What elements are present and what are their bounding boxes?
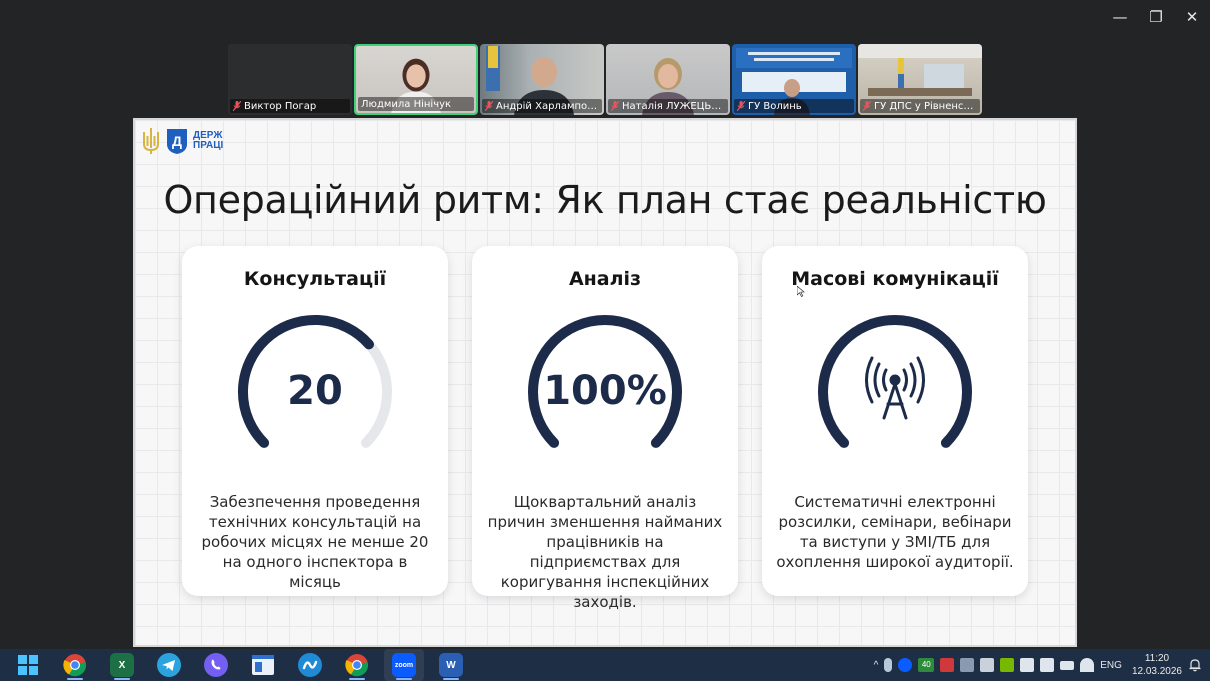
network-off-icon[interactable] bbox=[960, 658, 975, 672]
participant-tile[interactable]: ГУ Волинь bbox=[732, 44, 856, 115]
shield-tray-icon[interactable] bbox=[1020, 658, 1035, 672]
shield-d-icon: Д bbox=[167, 129, 187, 154]
clock-date: 12.03.2026 bbox=[1131, 666, 1182, 677]
antenna-icon bbox=[865, 356, 925, 420]
card-title: Аналіз bbox=[568, 268, 642, 290]
participant-name: Андрій Харлампович ... bbox=[496, 100, 599, 112]
participant-name: Наталія ЛУЖЕЦЬКА bbox=[622, 100, 725, 112]
shared-screen-slide: Д ДЕРЖ ПРАЦІ Операційний ритм: Як план с… bbox=[133, 118, 1077, 647]
participant-tile[interactable]: Виктор Погар bbox=[228, 44, 352, 115]
gauge: 100% bbox=[520, 312, 690, 472]
participant-name-bar: ГУ Волинь bbox=[734, 99, 854, 113]
wifi-icon[interactable] bbox=[1080, 658, 1095, 672]
viber-icon bbox=[204, 653, 228, 677]
microphone-icon[interactable] bbox=[884, 658, 893, 672]
participant-name-bar: Наталія ЛУЖЕЦЬКА bbox=[608, 99, 728, 113]
mic-muted-icon bbox=[737, 101, 745, 111]
close-button[interactable]: ✕ bbox=[1174, 0, 1210, 34]
gauge bbox=[810, 312, 980, 472]
tryzub-icon bbox=[143, 128, 159, 154]
derzhpratsi-logo: Д ДЕРЖ ПРАЦІ bbox=[141, 126, 223, 156]
card-description: Систематичні електронні розсилки, семіна… bbox=[776, 493, 1014, 571]
restore-button[interactable]: ❐ bbox=[1138, 0, 1174, 34]
gauge-value: 100% bbox=[543, 368, 667, 414]
tray-chevron-icon[interactable]: ^ bbox=[874, 660, 879, 671]
tray-badge[interactable]: 40 bbox=[918, 658, 935, 672]
windows-start-icon bbox=[18, 655, 38, 675]
webex-icon bbox=[298, 653, 322, 677]
participant-name-bar: ГУ ДПС у Рівненській ... bbox=[860, 99, 980, 113]
windows-taskbar: X zoom W ^ 40 ENG 11:20 12.03.2026 bbox=[0, 649, 1210, 681]
participant-name-bar: Виктор Погар bbox=[230, 99, 350, 113]
zoom-tray-icon[interactable] bbox=[898, 658, 913, 672]
start-button[interactable] bbox=[8, 649, 48, 681]
gauge: 20 bbox=[230, 312, 400, 472]
taskbar-word[interactable]: W bbox=[431, 649, 471, 681]
slide-title: Операційний ритм: Як план стає реальніст… bbox=[163, 178, 1047, 222]
language-indicator[interactable]: ENG bbox=[1100, 660, 1122, 671]
card-mass-communications: Масові комунікації Систематичні електрон… bbox=[762, 246, 1028, 596]
clock[interactable]: 11:20 12.03.2026 bbox=[1132, 652, 1182, 678]
taskbar-chrome[interactable] bbox=[55, 649, 95, 681]
card-consultations: Консультації 20 Забезпечення проведення … bbox=[182, 246, 448, 596]
card-description: Щоквартальний аналіз причин зменшення на… bbox=[487, 493, 723, 611]
chrome-icon bbox=[63, 654, 87, 677]
volume-icon[interactable] bbox=[1040, 658, 1055, 672]
participant-name-bar: Людмила Нінічук bbox=[358, 97, 474, 111]
taskbar-app-window[interactable] bbox=[243, 649, 283, 681]
app-tray-icon[interactable] bbox=[940, 658, 955, 672]
nvidia-icon[interactable] bbox=[1000, 658, 1015, 672]
printer-icon[interactable] bbox=[980, 658, 995, 672]
card-title: Консультації bbox=[243, 268, 387, 290]
chrome-icon bbox=[345, 654, 369, 677]
participant-tile[interactable]: Наталія ЛУЖЕЦЬКА bbox=[606, 44, 730, 115]
participant-name: ГУ Волинь bbox=[748, 100, 802, 112]
taskbar-excel[interactable]: X bbox=[102, 649, 142, 681]
participant-tile[interactable]: Андрій Харлампович ... bbox=[480, 44, 604, 115]
taskbar-chrome-2[interactable] bbox=[337, 649, 377, 681]
mic-muted-icon bbox=[863, 101, 871, 111]
card-description: Забезпечення проведення технічних консул… bbox=[201, 493, 429, 591]
taskbar-telegram[interactable] bbox=[149, 649, 189, 681]
minimize-button[interactable]: — bbox=[1102, 0, 1138, 34]
participant-name: Людмила Нінічук bbox=[361, 98, 452, 110]
participant-name: Виктор Погар bbox=[244, 100, 317, 112]
telegram-icon bbox=[157, 653, 181, 677]
participant-tile-speaking[interactable]: Людмила Нінічук bbox=[354, 44, 478, 115]
card-analysis: Аналіз 100% Щоквартальний аналіз причин … bbox=[472, 246, 738, 611]
mouse-cursor-icon bbox=[797, 286, 805, 297]
battery-icon[interactable] bbox=[1060, 660, 1075, 670]
participant-name-bar: Андрій Харлампович ... bbox=[482, 99, 602, 113]
notifications-bell-icon[interactable] bbox=[1188, 658, 1202, 672]
logo-line-2: ПРАЦІ bbox=[193, 140, 224, 151]
zoom-icon: zoom bbox=[392, 653, 416, 677]
word-icon: W bbox=[439, 653, 463, 677]
participant-name: ГУ ДПС у Рівненській ... bbox=[874, 100, 977, 112]
taskbar-webex[interactable] bbox=[290, 649, 330, 681]
mic-muted-icon bbox=[611, 101, 619, 111]
mic-muted-icon bbox=[233, 101, 241, 111]
clock-time: 11:20 bbox=[1144, 653, 1170, 664]
participant-tile[interactable]: ГУ ДПС у Рівненській ... bbox=[858, 44, 982, 115]
system-tray: ^ 40 ENG 11:20 12.03.2026 bbox=[874, 649, 1210, 681]
svg-text:Д: Д bbox=[172, 133, 182, 149]
participants-strip: Виктор Погар Людмила Нінічук Андрій Харл… bbox=[228, 44, 982, 115]
taskbar-zoom[interactable]: zoom bbox=[384, 649, 424, 681]
excel-icon: X bbox=[110, 653, 134, 677]
window-controls: — ❐ ✕ bbox=[1102, 0, 1210, 34]
app-window-icon bbox=[252, 655, 274, 675]
taskbar-viber[interactable] bbox=[196, 649, 236, 681]
mic-muted-icon bbox=[485, 101, 493, 111]
gauge-value: 20 bbox=[287, 368, 343, 414]
